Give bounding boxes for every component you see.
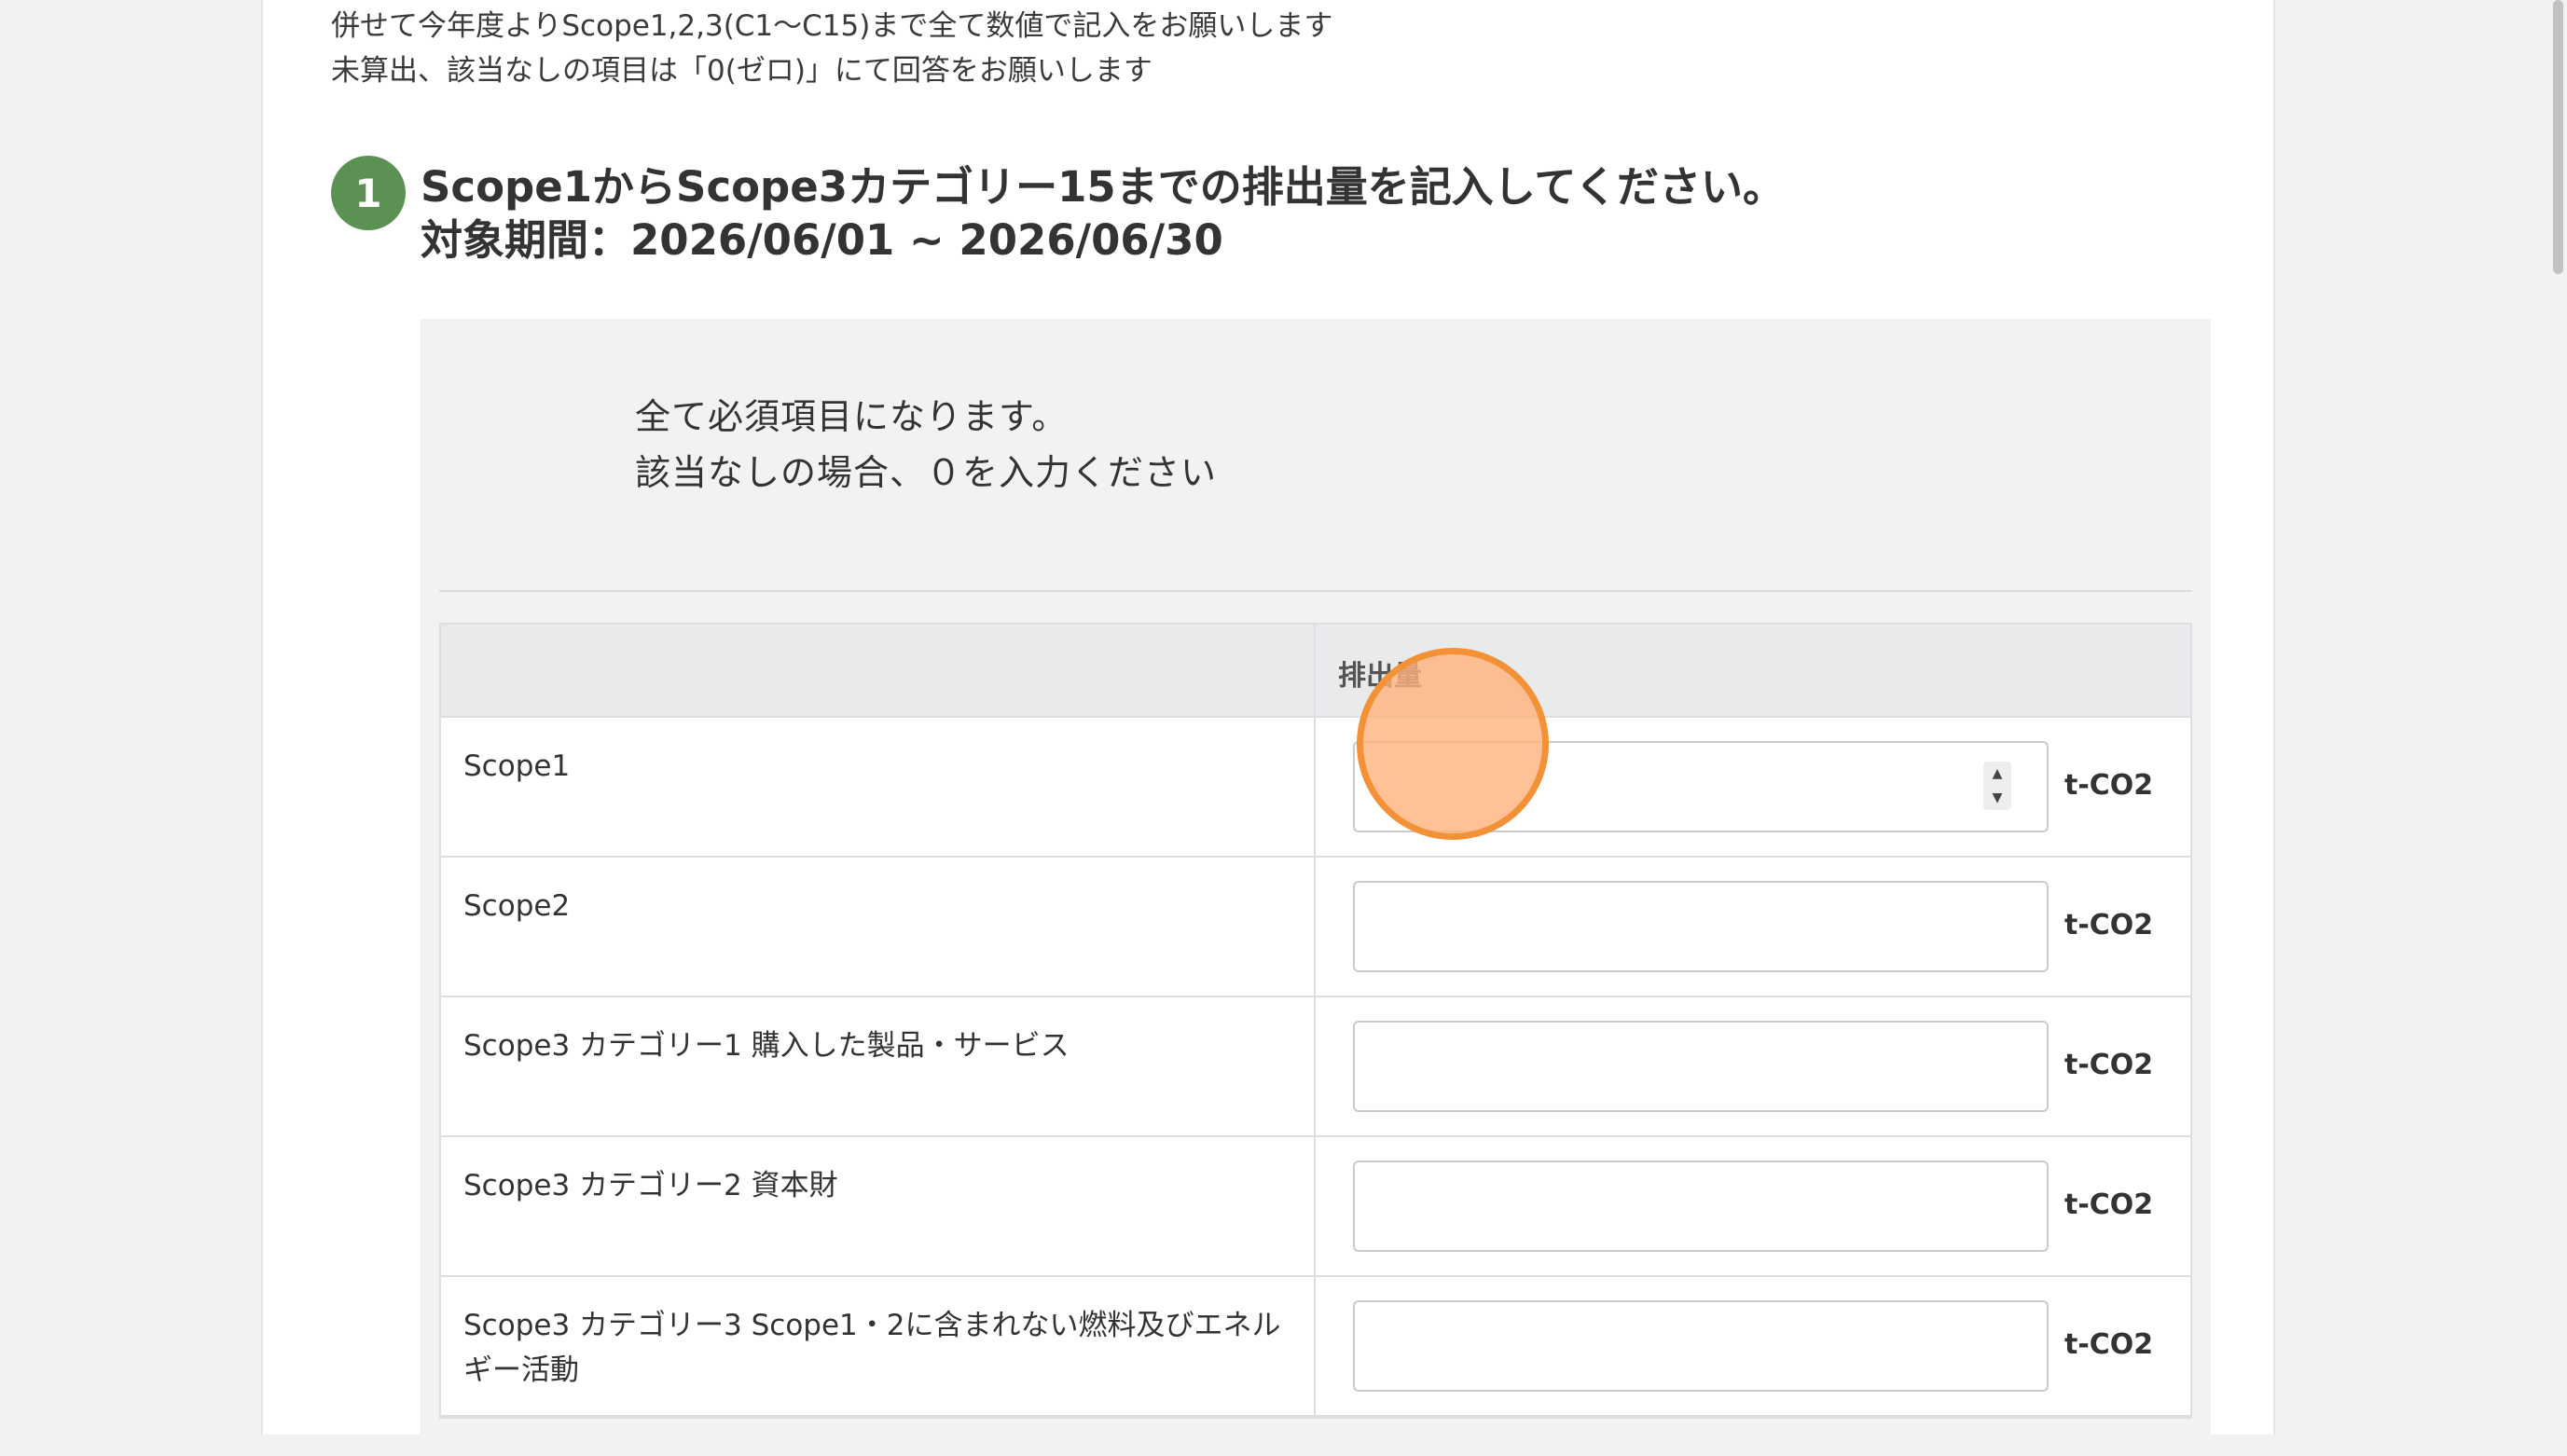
row-label: Scope3 カテゴリー1 購入した製品・サービス [441, 997, 1316, 1135]
emissions-form-panel: 全て必須項目になります。 該当なしの場合、０を入力ください 排出量 Scope1… [421, 319, 2211, 1456]
table-header: 排出量 [441, 625, 2190, 718]
header-label-cell [441, 625, 1316, 716]
row-label: Scope3 カテゴリー3 Scope1・2に含まれない燃料及びエネルギー活動 [441, 1277, 1316, 1415]
table-row-scope2: Scope2 t-CO2 [441, 858, 2190, 997]
emissions-table: 排出量 Scope1 ▲ ▼ t-CO2 Scope2 t-CO2 Scope3… [439, 623, 2192, 1419]
intro-text: 併せて今年度よりScope1,2,3(C1〜C15)まで全て数値で記入をお願いし… [331, 4, 1332, 93]
table-row-scope3-c3: Scope3 カテゴリー3 Scope1・2に含まれない燃料及びエネルギー活動 … [441, 1277, 2190, 1417]
intro-line-2: 未算出、該当なしの項目は「0(ゼロ)」にて回答をお願いします [331, 54, 1152, 88]
notice-line-2: 該当なしの場合、０を入力ください [635, 452, 1218, 493]
page-scrollbar[interactable] [2546, 0, 2567, 1435]
intro-line-1: 併せて今年度よりScope1,2,3(C1〜C15)まで全て数値で記入をお願いし… [331, 9, 1333, 43]
unit-label: t-CO2 [2064, 1188, 2154, 1221]
row-field: t-CO2 [1316, 858, 2190, 996]
row-label: Scope3 カテゴリー2 資本財 [441, 1137, 1316, 1275]
scope3-c2-emissions-input[interactable] [1353, 1161, 2049, 1252]
row-label: Scope2 [441, 858, 1316, 996]
scope3-c1-emissions-input[interactable] [1353, 1021, 2049, 1112]
scrollbar-thumb[interactable] [2553, 0, 2563, 274]
table-row-scope1: Scope1 ▲ ▼ t-CO2 [441, 718, 2190, 858]
table-row-scope3-c2: Scope3 カテゴリー2 資本財 t-CO2 [441, 1137, 2190, 1277]
row-field: t-CO2 [1316, 1277, 2190, 1415]
page-content: 併せて今年度よりScope1,2,3(C1〜C15)まで全て数値で記入をお願いし… [261, 0, 2275, 1456]
row-field: t-CO2 [1316, 997, 2190, 1135]
section-title-line-1: Scope1からScope3カテゴリー15までの排出量を記入してください。 [421, 162, 1786, 212]
row-field: t-CO2 [1316, 1137, 2190, 1275]
spinner-down-icon[interactable]: ▼ [1993, 791, 2003, 804]
unit-label: t-CO2 [2064, 769, 2154, 802]
row-label: Scope1 [441, 718, 1316, 856]
notice-line-1: 全て必須項目になります。 [635, 396, 1069, 437]
required-notice: 全て必須項目になります。 該当なしの場合、０を入力ください [635, 389, 1217, 501]
click-indicator [1357, 648, 1549, 840]
unit-label: t-CO2 [2064, 1049, 2154, 1081]
unit-label: t-CO2 [2064, 1328, 2154, 1361]
unit-label: t-CO2 [2064, 909, 2154, 941]
scope3-c3-emissions-input[interactable] [1353, 1300, 2049, 1392]
number-spinner[interactable]: ▲ ▼ [1983, 762, 2011, 810]
section-title: Scope1からScope3カテゴリー15までの排出量を記入してください。 対象… [421, 160, 2099, 267]
spinner-up-icon[interactable]: ▲ [1993, 767, 2003, 780]
section-title-line-2: 対象期間：2026/06/01 ~ 2026/06/30 [421, 215, 1223, 265]
scope2-emissions-input[interactable] [1353, 881, 2049, 972]
divider [439, 590, 2192, 592]
table-row-scope3-c1: Scope3 カテゴリー1 購入した製品・サービス t-CO2 [441, 997, 2190, 1137]
section-number-badge: 1 [331, 156, 406, 230]
